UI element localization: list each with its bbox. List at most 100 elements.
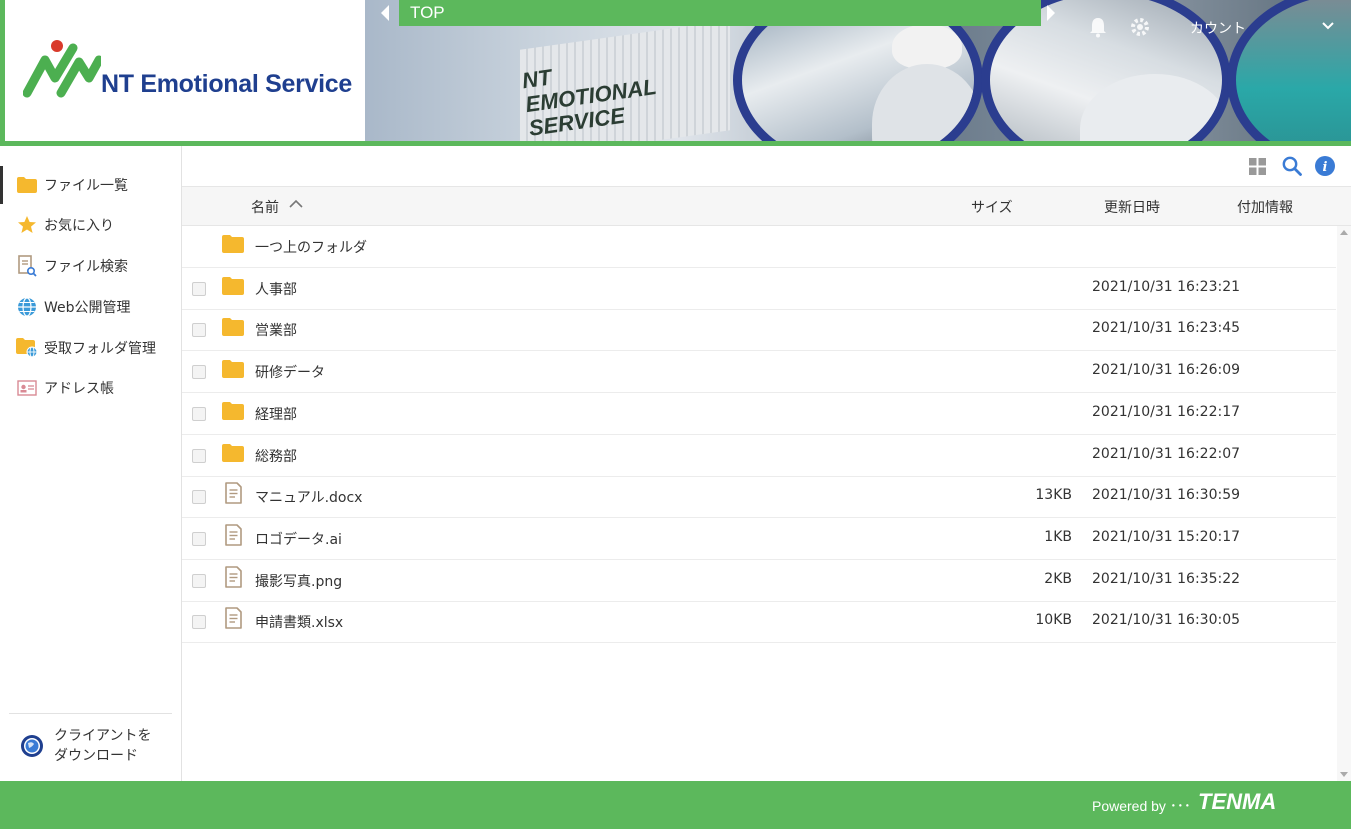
download-client-link[interactable]: クライアントを ダウンロード <box>20 726 151 766</box>
row-checkbox[interactable] <box>192 282 206 296</box>
file-updated: 2021/10/31 16:30:59 <box>1092 487 1241 503</box>
table-row[interactable]: 総務部 2021/10/31 16:22:07 <box>182 435 1336 477</box>
table-row[interactable]: 人事部 2021/10/31 16:23:21 <box>182 268 1336 310</box>
row-checkbox[interactable] <box>192 615 206 629</box>
sidebar-item-label: ファイル検索 <box>44 259 128 275</box>
table-row[interactable]: マニュアル.docx 13KB 2021/10/31 16:30:59 <box>182 476 1336 518</box>
breadcrumb-prev-arrow[interactable] <box>381 5 389 21</box>
account-menu[interactable]: カウント <box>1190 18 1246 38</box>
logo[interactable]: NT Emotional Service <box>0 0 365 141</box>
folder-icon <box>222 318 244 336</box>
folder-icon <box>222 360 244 378</box>
document-icon <box>225 482 242 504</box>
file-name: 申請書類.xlsx <box>255 615 344 631</box>
table-row[interactable]: 営業部 2021/10/31 16:23:45 <box>182 309 1336 351</box>
table-row[interactable]: 研修データ 2021/10/31 16:26:09 <box>182 351 1336 393</box>
parent-folder-label: 一つ上のフォルダ <box>255 240 367 256</box>
file-updated: 2021/10/31 16:30:05 <box>1092 612 1241 628</box>
sidebar-item-label: ファイル一覧 <box>44 178 128 194</box>
folder-icon <box>222 402 244 420</box>
bell-icon[interactable] <box>1088 16 1108 38</box>
scroll-up-arrow[interactable] <box>1340 230 1348 235</box>
file-name: マニュアル.docx <box>255 490 363 506</box>
column-name-header[interactable]: 名前 <box>251 197 279 217</box>
toolbar: i <box>182 146 1351 186</box>
search-icon[interactable] <box>1282 156 1302 176</box>
row-checkbox[interactable] <box>192 490 206 504</box>
file-name: 研修データ <box>255 365 325 381</box>
sidebar: ファイル一覧 お気に入り ファイル検索 Web公開管理 受取フォルダ管理 アドレ… <box>0 146 182 781</box>
row-checkbox[interactable] <box>192 365 206 379</box>
file-browser: i 名前 サイズ 更新日時 付加情報 一つ上のフォルダ 人事部 2021/10/3… <box>182 146 1351 781</box>
file-updated: 2021/10/31 16:23:45 <box>1092 320 1241 336</box>
row-checkbox[interactable] <box>192 574 206 588</box>
brand-name: NT Emotional Service <box>101 70 353 98</box>
brand-logo-mark <box>23 40 101 98</box>
powered-by-label: Powered by ･･･ <box>1092 798 1191 814</box>
file-name: 営業部 <box>255 323 297 339</box>
file-name: 経理部 <box>255 407 297 423</box>
file-name: 人事部 <box>255 282 297 298</box>
table-row[interactable]: 申請書類.xlsx 10KB 2021/10/31 16:30:05 <box>182 601 1336 643</box>
row-checkbox[interactable] <box>192 532 206 546</box>
sidebar-item-web-publish[interactable]: Web公開管理 <box>0 288 181 326</box>
sidebar-item-label: アドレス帳 <box>44 381 114 397</box>
sort-ascending-icon[interactable] <box>289 199 303 209</box>
scroll-down-arrow[interactable] <box>1340 772 1348 777</box>
sidebar-item-file-list[interactable]: ファイル一覧 <box>0 166 181 204</box>
sidebar-item-file-search[interactable]: ファイル検索 <box>0 247 181 285</box>
folder-icon <box>222 444 244 462</box>
row-checkbox[interactable] <box>192 323 206 337</box>
file-updated: 2021/10/31 16:22:07 <box>1092 446 1241 462</box>
file-updated: 2021/10/31 16:35:22 <box>1092 571 1241 587</box>
globe-icon <box>16 296 38 318</box>
file-name: 総務部 <box>255 449 297 465</box>
row-checkbox[interactable] <box>192 449 206 463</box>
download-label-line: ダウンロード <box>54 748 138 764</box>
folder-globe-icon <box>16 337 38 359</box>
folder-icon <box>222 235 244 253</box>
parent-folder-row[interactable]: 一つ上のフォルダ <box>182 226 1336 268</box>
star-icon <box>16 214 38 236</box>
info-icon[interactable]: i <box>1315 156 1335 176</box>
document-icon <box>225 607 242 629</box>
column-info-header[interactable]: 付加情報 <box>1237 197 1293 217</box>
file-name: 撮影写真.png <box>255 574 343 590</box>
file-size: 13KB <box>1035 487 1072 503</box>
column-size-header[interactable]: サイズ <box>971 197 1013 217</box>
app-header: NT Emotional Service NT EMOTIONAL SERVIC… <box>0 0 1351 146</box>
breadcrumb[interactable]: TOP <box>399 0 1041 26</box>
sidebar-divider <box>9 713 172 714</box>
chevron-down-icon[interactable] <box>1322 22 1334 30</box>
address-card-icon <box>16 377 38 399</box>
file-updated: 2021/10/31 16:26:09 <box>1092 362 1241 378</box>
breadcrumb-next-arrow[interactable] <box>1047 5 1055 21</box>
download-globe-icon <box>21 735 43 757</box>
download-label-line: クライアントを <box>54 728 152 744</box>
app-footer: Powered by ･･･ TENMA <box>0 781 1351 829</box>
document-icon <box>225 524 242 546</box>
table-row[interactable]: 経理部 2021/10/31 16:22:17 <box>182 393 1336 435</box>
file-updated: 2021/10/31 16:23:21 <box>1092 279 1241 295</box>
file-search-icon <box>16 255 38 277</box>
grid-view-icon[interactable] <box>1249 158 1266 175</box>
folder-icon <box>222 277 244 295</box>
download-client-label: クライアントを ダウンロード <box>54 726 151 766</box>
vertical-scrollbar[interactable] <box>1337 226 1351 781</box>
sidebar-item-favorites[interactable]: お気に入り <box>0 206 181 244</box>
file-size: 2KB <box>1044 571 1072 587</box>
table-row[interactable]: 撮影写真.png 2KB 2021/10/31 16:35:22 <box>182 560 1336 602</box>
file-updated: 2021/10/31 16:22:17 <box>1092 404 1241 420</box>
table-row[interactable]: ロゴデータ.ai 1KB 2021/10/31 15:20:17 <box>182 518 1336 560</box>
gear-icon[interactable] <box>1129 16 1151 38</box>
sidebar-item-label: Web公開管理 <box>44 300 131 316</box>
document-icon <box>225 566 242 588</box>
file-size: 1KB <box>1044 529 1072 545</box>
folder-icon <box>16 174 38 196</box>
sidebar-item-receive-folder[interactable]: 受取フォルダ管理 <box>0 329 181 367</box>
file-size: 10KB <box>1035 612 1072 628</box>
row-checkbox[interactable] <box>192 407 206 421</box>
tenma-logo: TENMA <box>1198 789 1277 814</box>
column-updated-header[interactable]: 更新日時 <box>1104 197 1160 217</box>
sidebar-item-address-book[interactable]: アドレス帳 <box>0 369 181 407</box>
